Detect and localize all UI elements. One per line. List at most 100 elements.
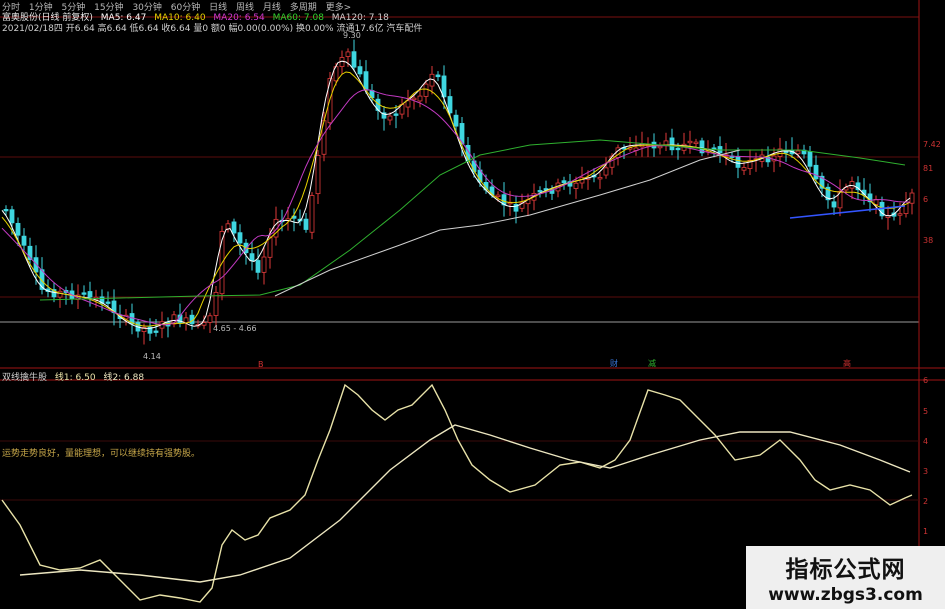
candlestick[interactable] — [867, 183, 873, 212]
candlestick[interactable] — [663, 132, 669, 151]
candlestick[interactable] — [21, 228, 27, 251]
candlestick[interactable] — [171, 310, 177, 328]
candlestick[interactable] — [405, 89, 411, 118]
signal-marker[interactable]: 高 — [843, 358, 851, 369]
candlestick[interactable] — [225, 219, 231, 233]
candlestick[interactable] — [909, 188, 915, 215]
candlestick[interactable] — [693, 138, 699, 148]
candle-body — [393, 113, 399, 116]
candlestick[interactable] — [753, 152, 759, 172]
candle-body — [315, 155, 321, 195]
candle-body — [267, 236, 273, 258]
candlestick-series[interactable] — [3, 39, 915, 345]
signal-marker[interactable]: 财 — [610, 358, 618, 369]
candle-body — [363, 71, 369, 91]
indicator-axis-label: 3 — [923, 467, 929, 476]
indicator-axis-label: 6 — [923, 376, 929, 385]
candlestick[interactable] — [357, 59, 363, 78]
candlestick[interactable] — [597, 172, 603, 189]
candlestick[interactable] — [141, 323, 147, 345]
candle-body — [849, 181, 855, 189]
candlestick[interactable] — [105, 291, 111, 307]
candlestick[interactable] — [27, 237, 33, 268]
candlestick[interactable] — [123, 309, 129, 326]
candlestick[interactable] — [339, 50, 345, 75]
candlestick[interactable] — [57, 286, 63, 308]
candlestick[interactable] — [603, 157, 609, 179]
candlestick[interactable] — [801, 144, 807, 159]
candlestick[interactable] — [39, 257, 45, 295]
candlestick[interactable] — [783, 141, 789, 162]
candle-body — [813, 164, 819, 180]
candle-body — [687, 140, 693, 144]
signal-marker[interactable]: B — [258, 360, 264, 369]
candlestick[interactable] — [669, 128, 675, 156]
candlestick[interactable] — [375, 93, 381, 120]
candlestick[interactable] — [81, 285, 87, 299]
candlestick[interactable] — [297, 209, 303, 226]
candlestick[interactable] — [699, 137, 705, 157]
candle-body — [231, 221, 237, 234]
candle-body — [435, 74, 441, 78]
candle-body — [357, 66, 363, 75]
candle-body — [453, 114, 459, 127]
candlestick[interactable] — [657, 142, 663, 155]
candlestick[interactable] — [891, 201, 897, 221]
candlestick[interactable] — [741, 162, 747, 175]
candlestick[interactable] — [129, 303, 135, 335]
candle-body — [57, 290, 63, 298]
candlestick[interactable] — [207, 312, 213, 333]
candlestick[interactable] — [525, 193, 531, 217]
candlestick[interactable] — [543, 180, 549, 198]
candle-body — [573, 182, 579, 189]
candlestick[interactable] — [705, 140, 711, 156]
candle-body — [261, 256, 267, 273]
candlestick[interactable] — [111, 289, 117, 326]
candlestick[interactable] — [255, 248, 261, 280]
candlestick[interactable] — [537, 186, 543, 198]
candlestick[interactable] — [885, 205, 891, 230]
candlestick[interactable] — [351, 39, 357, 72]
indicator-axis-label: 5 — [923, 407, 929, 416]
candlestick[interactable] — [789, 137, 795, 159]
indicator-axis-label: 1 — [923, 527, 929, 536]
candlestick[interactable] — [567, 174, 573, 195]
candle-body — [495, 194, 501, 197]
candlestick[interactable] — [849, 176, 855, 200]
candlestick[interactable] — [825, 183, 831, 209]
candlestick[interactable] — [627, 137, 633, 152]
candle-body — [417, 95, 423, 102]
indicator-title[interactable]: 双线擒牛股 — [2, 373, 47, 383]
candlestick[interactable] — [681, 132, 687, 155]
candlestick[interactable] — [381, 105, 387, 131]
candlestick[interactable] — [261, 246, 267, 285]
watermark-url: www.zbgs3.com — [768, 585, 923, 605]
candlestick[interactable] — [243, 238, 249, 265]
candle-body — [255, 260, 261, 273]
candlestick[interactable] — [135, 319, 141, 338]
signal-marker[interactable]: 减 — [648, 358, 656, 369]
candlestick[interactable] — [165, 317, 171, 338]
candlestick[interactable] — [399, 98, 405, 119]
candlestick[interactable] — [687, 130, 693, 154]
candlestick[interactable] — [501, 182, 507, 217]
candlestick[interactable] — [837, 179, 843, 217]
candlestick[interactable] — [579, 166, 585, 189]
candlestick[interactable] — [639, 131, 645, 157]
candlestick[interactable] — [777, 137, 783, 167]
candlestick[interactable] — [285, 207, 291, 231]
candlestick[interactable] — [303, 212, 309, 233]
candlestick[interactable] — [309, 192, 315, 240]
candlestick[interactable] — [417, 89, 423, 108]
candlestick[interactable] — [195, 319, 201, 329]
candlestick[interactable] — [435, 71, 441, 82]
indicator-line1-label: 线1: 6.50 — [54, 373, 96, 383]
candle-body — [3, 208, 9, 212]
candlestick[interactable] — [63, 286, 69, 305]
stock-chart-canvas[interactable] — [0, 0, 945, 609]
candlestick[interactable] — [183, 312, 189, 331]
candlestick[interactable] — [249, 241, 255, 271]
candlestick[interactable] — [513, 195, 519, 224]
candlestick[interactable] — [315, 150, 321, 205]
candlestick[interactable] — [237, 224, 243, 256]
